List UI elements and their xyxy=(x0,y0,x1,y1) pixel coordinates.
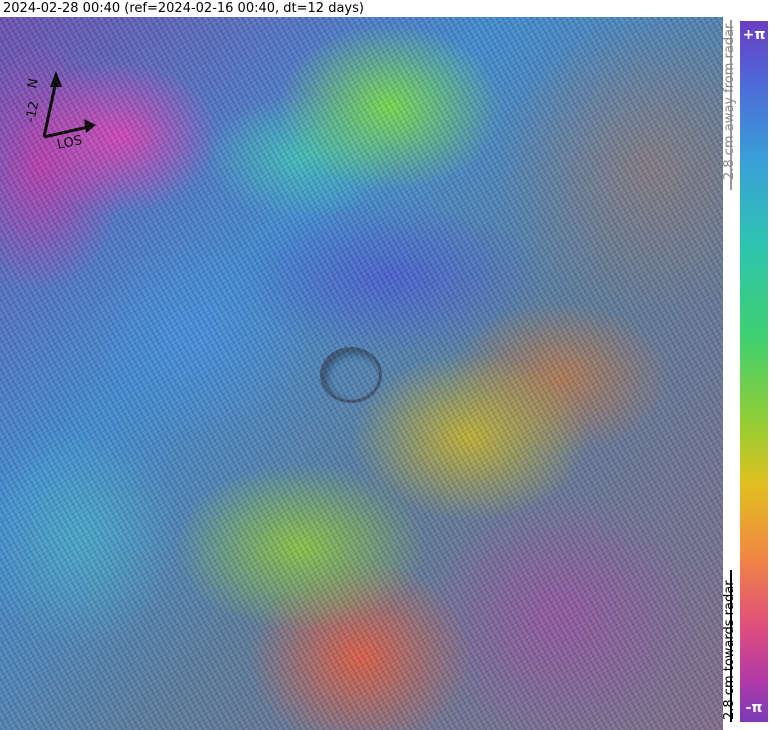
compass-north-label: N xyxy=(25,77,42,90)
phase-colorbar: +π -π xyxy=(740,21,768,722)
interferogram-map: N -12 LOS xyxy=(0,17,723,730)
colorbar-top-label: +π xyxy=(742,27,766,43)
compass-heading-label: -12 xyxy=(23,100,42,124)
towards-label: 2.8 cm towards radar xyxy=(722,580,737,720)
map-title: 2024-02-28 00:40 (ref=2024-02-16 00:40, … xyxy=(3,1,364,16)
compass-icon: N -12 LOS xyxy=(23,71,96,151)
summit-crater xyxy=(320,347,382,403)
away-label: 2.8 cm away from radar xyxy=(722,23,737,180)
colorbar-bottom-label: -π xyxy=(745,700,763,716)
compass-los-label: LOS xyxy=(56,133,84,151)
